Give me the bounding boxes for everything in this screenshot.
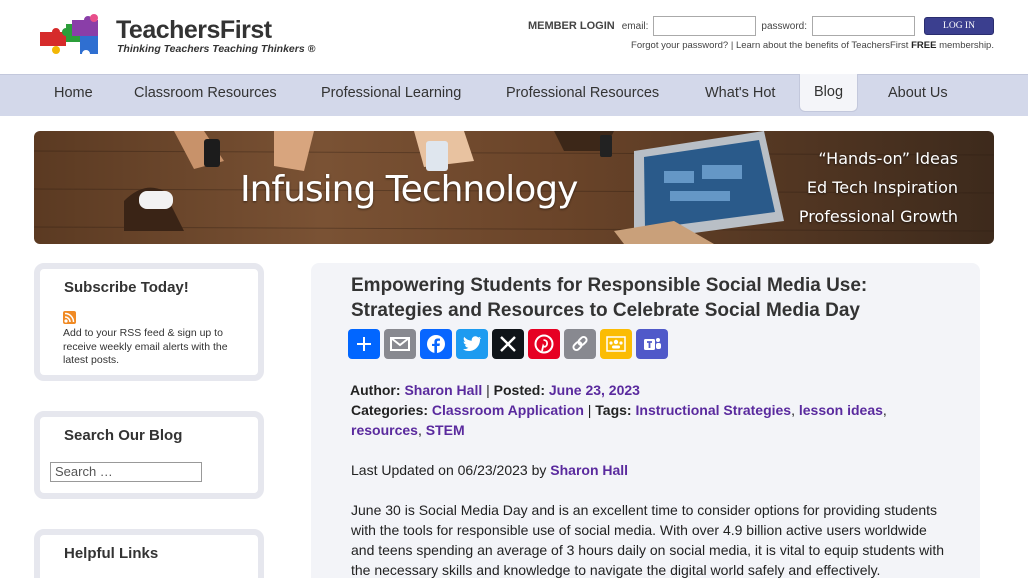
main-nav: Home Classroom Resources Professional Le…: [0, 74, 1028, 116]
link-separator: |: [728, 40, 736, 51]
updated-by-link[interactable]: Sharon Hall: [550, 462, 628, 478]
nav-whats-hot[interactable]: What's Hot: [705, 75, 775, 113]
categories-label: Categories:: [351, 402, 429, 418]
page: TeachersFirst Thinking Teachers Teaching…: [0, 0, 1028, 578]
membership-benefits-link[interactable]: Learn about the benefits of TeachersFirs…: [736, 40, 994, 51]
helpful-links-title: Helpful Links: [64, 545, 159, 562]
nav-professional-resources[interactable]: Professional Resources: [506, 75, 659, 113]
tag-link[interactable]: STEM: [426, 422, 465, 438]
banner-title: Infusing Technology: [240, 169, 578, 210]
banner-tagline-2: Ed Tech Inspiration: [806, 178, 958, 197]
tag-comma: ,: [882, 402, 887, 418]
tag-comma: ,: [417, 422, 426, 438]
post-meta-tags-cont: resources, STEM: [351, 422, 465, 438]
site-header: TeachersFirst Thinking Teachers Teaching…: [0, 0, 1028, 74]
login-links: Forgot your password? | Learn about the …: [631, 40, 994, 51]
email-icon[interactable]: [384, 329, 416, 359]
pinterest-icon[interactable]: [528, 329, 560, 359]
tag-link[interactable]: Instructional Strategies: [636, 402, 792, 418]
subscribe-text: Add to your RSS feed & sign up to receiv…: [63, 327, 228, 366]
member-login: MEMBER LOGIN email: password: LOG IN: [528, 16, 994, 36]
nav-home[interactable]: Home: [54, 75, 93, 113]
nav-blog[interactable]: Blog: [799, 74, 859, 112]
post-meta-author: Author: Sharon Hall | Posted: June 23, 2…: [350, 382, 640, 398]
logo-tagline: Thinking Teachers Teaching Thinkers ®: [117, 43, 316, 55]
category-link[interactable]: Classroom Application: [432, 402, 584, 418]
login-button[interactable]: LOG IN: [924, 17, 994, 35]
blog-search-input[interactable]: Search …: [50, 462, 202, 482]
banner-tagline-3: Professional Growth: [798, 207, 958, 226]
author-link[interactable]: Sharon Hall: [404, 382, 482, 398]
subscribe-title: Subscribe Today!: [64, 279, 189, 296]
posted-label: Posted:: [493, 382, 545, 398]
x-icon[interactable]: [492, 329, 524, 359]
updated-prefix: Last Updated on 06/23/2023 by: [351, 462, 547, 478]
banner-tagline-1: “Hands-on” Ideas: [818, 149, 958, 168]
subscribe-widget: Subscribe Today! Add to your RSS feed & …: [34, 263, 264, 381]
benefits-suffix: membership.: [936, 40, 994, 51]
tag-link[interactable]: lesson ideas: [799, 402, 883, 418]
logo[interactable]: TeachersFirst Thinking Teachers Teaching…: [36, 12, 315, 62]
post-updated: Last Updated on 06/23/2023 by Sharon Hal…: [351, 462, 628, 478]
post-meta-categories: Categories: Classroom Application | Tags…: [351, 402, 887, 418]
post-content: Empowering Students for Responsible Soci…: [311, 263, 980, 578]
helpful-links-widget: Helpful Links: [34, 529, 264, 578]
nav-classroom-resources[interactable]: Classroom Resources: [134, 75, 277, 113]
benefits-prefix: Learn about the benefits of TeachersFirs…: [735, 40, 912, 51]
tag-comma: ,: [791, 402, 799, 418]
meta-divider: |: [486, 382, 494, 398]
teams-icon[interactable]: [636, 329, 668, 359]
nav-professional-learning[interactable]: Professional Learning: [321, 75, 461, 113]
rss-icon[interactable]: [63, 311, 76, 324]
copy-link-icon[interactable]: [564, 329, 596, 359]
email-label: email:: [621, 20, 649, 32]
search-widget: Search Our Blog Search …: [34, 411, 264, 499]
share-icon[interactable]: [348, 329, 380, 359]
facebook-icon[interactable]: [420, 329, 452, 359]
email-field[interactable]: [653, 16, 757, 36]
search-title: Search Our Blog: [64, 427, 183, 444]
puzzle-logo-icon: [40, 14, 98, 54]
logo-title: TeachersFirst: [116, 16, 272, 44]
tags-label: Tags:: [595, 402, 632, 418]
password-label: password:: [761, 20, 807, 32]
posted-date-link[interactable]: June 23, 2023: [549, 382, 640, 398]
post-body: June 30 is Social Media Day and is an ex…: [351, 502, 945, 578]
password-field[interactable]: [812, 16, 915, 36]
nav-about-us[interactable]: About Us: [888, 75, 948, 113]
hero-banner: Infusing Technology “Hands-on” Ideas Ed …: [34, 131, 994, 244]
twitter-icon[interactable]: [456, 329, 488, 359]
forgot-password-link[interactable]: Forgot your password?: [631, 40, 728, 51]
share-buttons: [348, 329, 668, 359]
benefits-free: FREE: [911, 40, 937, 51]
author-label: Author:: [350, 382, 401, 398]
login-title: MEMBER LOGIN: [527, 20, 615, 32]
post-title: Empowering Students for Responsible Soci…: [351, 275, 868, 321]
google-classroom-icon[interactable]: [600, 329, 632, 359]
tag-link[interactable]: resources: [351, 422, 418, 438]
